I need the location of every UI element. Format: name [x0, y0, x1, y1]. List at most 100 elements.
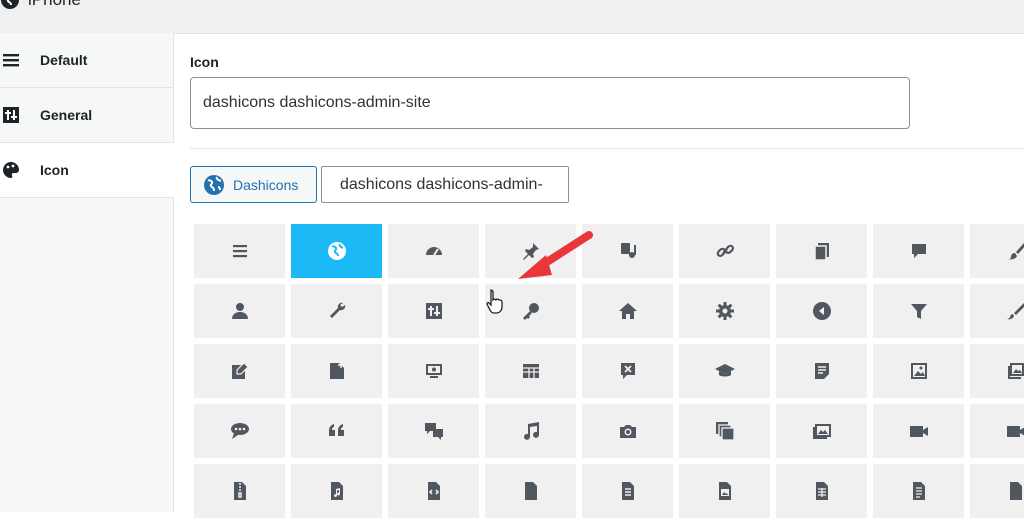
icon-option[interactable] [679, 404, 770, 458]
icon-settings-panel: Icon Dashicons [174, 33, 1024, 512]
key-icon [521, 301, 541, 321]
chat-icon [230, 421, 250, 441]
icon-option[interactable] [776, 404, 867, 458]
camera-icon [618, 421, 638, 441]
menu-icon [2, 51, 20, 69]
icon-option[interactable] [582, 224, 673, 278]
archive-file-icon [230, 481, 250, 501]
icon-option[interactable] [485, 464, 576, 518]
back-icon [812, 301, 832, 321]
table-icon [521, 361, 541, 381]
new-page-icon [327, 361, 347, 381]
slides-icon [812, 421, 832, 441]
comment-x-icon [618, 361, 638, 381]
settings-icon [424, 301, 444, 321]
icon-option[interactable] [291, 464, 382, 518]
icon-class-input[interactable] [190, 77, 910, 129]
icon-option[interactable] [776, 224, 867, 278]
sidebar-item-label: Icon [40, 162, 69, 178]
text-file-icon [618, 481, 638, 501]
conversation-icon [424, 421, 444, 441]
menu-icon [230, 241, 250, 261]
icon-option[interactable] [970, 344, 1024, 398]
icon-option[interactable] [485, 224, 576, 278]
pin-icon [521, 241, 541, 261]
icon-option[interactable] [679, 284, 770, 338]
icon-option[interactable] [194, 224, 285, 278]
wrench-icon [327, 301, 347, 321]
icon-option[interactable] [388, 464, 479, 518]
icon-option[interactable] [291, 344, 382, 398]
dashicons-library-button[interactable]: Dashicons [190, 166, 317, 203]
sliders-icon [2, 106, 20, 124]
video-file-icon [1006, 481, 1024, 501]
sidebar-item-icon[interactable]: Icon [0, 143, 174, 198]
customizer-icon [1006, 301, 1024, 321]
video-alt-icon [1006, 421, 1024, 441]
icon-option[interactable] [970, 464, 1024, 518]
icon-option[interactable] [873, 224, 964, 278]
media-icon [618, 241, 638, 261]
icon-option[interactable] [776, 284, 867, 338]
icon-option[interactable] [194, 284, 285, 338]
sidebar-item-label: General [40, 107, 92, 123]
icon-option[interactable] [485, 404, 576, 458]
screen-icon [424, 361, 444, 381]
globe-icon [203, 174, 225, 196]
icon-option[interactable] [776, 344, 867, 398]
icon-option[interactable] [873, 464, 964, 518]
icon-option[interactable] [485, 344, 576, 398]
icon-option[interactable] [194, 344, 285, 398]
icon-option-selected[interactable] [291, 224, 382, 278]
globe-icon [0, 0, 20, 10]
edit-post-icon [230, 361, 250, 381]
icon-option[interactable] [388, 404, 479, 458]
document-icon [909, 481, 929, 501]
icon-option[interactable] [388, 284, 479, 338]
code-file-icon [424, 481, 444, 501]
icon-option[interactable] [388, 344, 479, 398]
home-icon [618, 301, 638, 321]
icon-option[interactable] [873, 284, 964, 338]
icon-search-input[interactable] [321, 166, 569, 203]
audio-file-icon [327, 481, 347, 501]
icon-option[interactable] [776, 464, 867, 518]
icon-field-label: Icon [190, 54, 219, 70]
icon-option[interactable] [679, 344, 770, 398]
dashicons-button-label: Dashicons [233, 177, 298, 193]
brush-icon [1006, 241, 1024, 261]
quote-icon [327, 421, 347, 441]
icon-option[interactable] [679, 224, 770, 278]
icon-option[interactable] [582, 284, 673, 338]
image-icon [909, 361, 929, 381]
dashboard-icon [424, 241, 444, 261]
spreadsheet-icon [812, 481, 832, 501]
icon-option[interactable] [291, 404, 382, 458]
icon-option[interactable] [194, 464, 285, 518]
window-title-bar: iPhone [0, 0, 1024, 34]
pages-icon [812, 241, 832, 261]
sidebar-item-general[interactable]: General [0, 88, 173, 143]
sidebar-item-default[interactable]: Default [0, 33, 173, 88]
icon-option[interactable] [873, 344, 964, 398]
comment-icon [909, 241, 929, 261]
icon-option[interactable] [582, 464, 673, 518]
image-file-icon [715, 481, 735, 501]
icon-option[interactable] [873, 404, 964, 458]
icon-option[interactable] [679, 464, 770, 518]
icon-option[interactable] [970, 224, 1024, 278]
icon-option[interactable] [582, 404, 673, 458]
file-icon [521, 481, 541, 501]
icon-option[interactable] [194, 404, 285, 458]
icon-option[interactable] [582, 344, 673, 398]
icon-option[interactable] [291, 284, 382, 338]
sidebar: Default General Icon [0, 33, 174, 512]
admin-site-icon [327, 241, 347, 261]
icon-option[interactable] [970, 284, 1024, 338]
icon-option[interactable] [388, 224, 479, 278]
video-icon [909, 421, 929, 441]
icon-option[interactable] [485, 284, 576, 338]
filter-icon [909, 301, 929, 321]
window-title: iPhone [28, 0, 81, 10]
icon-option[interactable] [970, 404, 1024, 458]
